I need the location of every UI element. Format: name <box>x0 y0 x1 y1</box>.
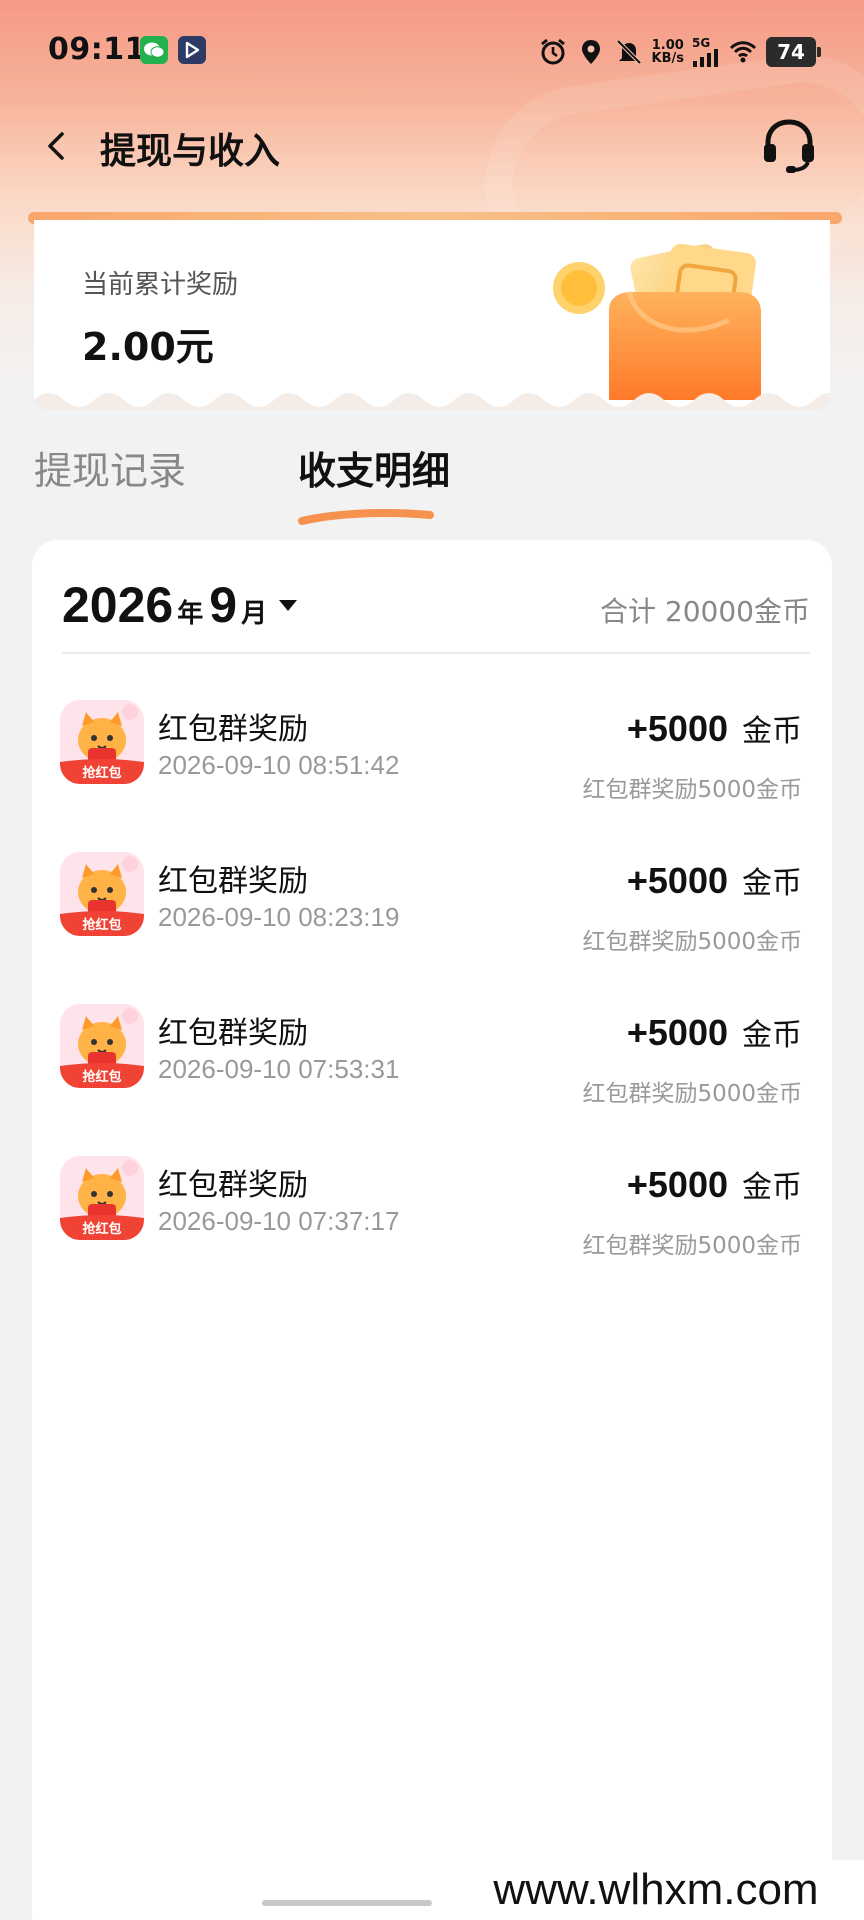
icon-badge-text: 抢红包 <box>82 1069 121 1085</box>
transaction-description: 红包群奖励5000金币 <box>582 1081 802 1107</box>
transaction-amount: +5000 金币 <box>627 706 802 750</box>
status-time: 09:11 <box>48 32 146 67</box>
month-total: 合计 20000金币 <box>600 595 810 628</box>
red-packet-app-icon: 抢红包 <box>60 852 144 936</box>
caret-down-icon <box>279 600 298 611</box>
signal-icon <box>693 49 718 67</box>
watermark: www.wlhxm.com <box>448 1860 864 1920</box>
wallet-money-icon <box>553 243 761 400</box>
transaction-item[interactable]: 抢红包 红包群奖励 2026-09-10 07:53:31 +5000 金币 红… <box>32 1004 832 1154</box>
transaction-title: 红包群奖励 <box>158 864 308 899</box>
transaction-title: 红包群奖励 <box>158 1016 308 1051</box>
location-icon <box>581 40 600 64</box>
transaction-panel: 2026 年 9 月 合计 20000金币 抢红包 红包群奖励 2026-09-… <box>32 540 832 1920</box>
signal-group: 5G <box>692 37 720 67</box>
transaction-time: 2026-09-10 08:51:42 <box>158 750 400 780</box>
transaction-amount: +5000 金币 <box>627 858 802 902</box>
month-value: 9 <box>209 577 238 633</box>
transaction-amount: +5000 金币 <box>627 1010 802 1054</box>
transaction-item[interactable]: 抢红包 红包群奖励 2026-09-10 08:51:42 +5000 金币 红… <box>32 700 832 850</box>
battery-indicator: 74 <box>766 37 821 67</box>
network-speed: 1.00 KB/s <box>652 39 684 65</box>
icon-badge-text: 抢红包 <box>82 917 121 933</box>
transaction-description: 红包群奖励5000金币 <box>582 1233 802 1259</box>
icon-badge-text: 抢红包 <box>82 1221 121 1237</box>
page-title: 提现与收入 <box>100 131 281 172</box>
transaction-item[interactable]: 抢红包 红包群奖励 2026-09-10 08:23:19 +5000 金币 红… <box>32 852 832 1002</box>
transaction-item[interactable]: 抢红包 红包群奖励 2026-09-10 07:37:17 +5000 金币 红… <box>32 1156 832 1306</box>
speed-unit: KB/s <box>651 51 684 66</box>
card-wave-edge <box>34 393 830 410</box>
wechat-icon <box>140 36 168 64</box>
amount-unit: 金币 <box>742 714 802 749</box>
mute-icon <box>616 39 641 65</box>
divider <box>62 652 810 654</box>
transaction-description: 红包群奖励5000金币 <box>582 929 802 955</box>
transaction-time: 2026-09-10 08:23:19 <box>158 902 400 932</box>
transaction-title: 红包群奖励 <box>158 712 308 747</box>
home-indicator[interactable] <box>262 1900 432 1906</box>
red-packet-app-icon: 抢红包 <box>60 1156 144 1240</box>
play-app-icon <box>178 36 206 64</box>
month-selector[interactable]: 2026 年 9 月 <box>62 576 299 634</box>
amount-unit: 金币 <box>742 1170 802 1205</box>
amount-value: +5000 <box>626 708 728 749</box>
year-unit: 年 <box>177 599 204 629</box>
transaction-title: 红包群奖励 <box>158 1168 308 1203</box>
red-packet-app-icon: 抢红包 <box>60 700 144 784</box>
amount-value: +5000 <box>626 1164 728 1205</box>
chevron-left-icon[interactable] <box>38 122 78 170</box>
wifi-icon <box>729 41 757 63</box>
tab-income-detail[interactable]: 收支明细 <box>298 440 450 495</box>
network-type: 5G <box>692 36 711 50</box>
amount-value: +5000 <box>626 860 728 901</box>
transaction-time: 2026-09-10 07:37:17 <box>158 1206 400 1236</box>
transaction-time: 2026-09-10 07:53:31 <box>158 1054 400 1084</box>
transaction-description: 红包群奖励5000金币 <box>582 777 802 803</box>
active-tab-indicator <box>298 509 434 525</box>
nav-bar: 提现与收入 <box>0 108 864 184</box>
reward-card: 当前累计奖励 2.00元 <box>34 220 830 410</box>
amount-unit: 金币 <box>742 866 802 901</box>
icon-badge-text: 抢红包 <box>82 765 121 781</box>
tab-withdraw-records[interactable]: 提现记录 <box>34 440 186 495</box>
transaction-amount: +5000 金币 <box>627 1162 802 1206</box>
amount-value: +5000 <box>626 1012 728 1053</box>
amount-unit: 金币 <box>742 1018 802 1053</box>
month-unit: 月 <box>241 599 268 629</box>
reward-amount: 2.00元 <box>82 325 214 369</box>
headset-icon[interactable] <box>758 114 820 176</box>
status-bar: 09:11 1.00 KB/s 5G 74 <box>0 24 864 80</box>
reward-label: 当前累计奖励 <box>82 270 239 300</box>
year-value: 2026 <box>62 577 174 633</box>
alarm-icon <box>540 38 565 65</box>
red-packet-app-icon: 抢红包 <box>60 1004 144 1088</box>
